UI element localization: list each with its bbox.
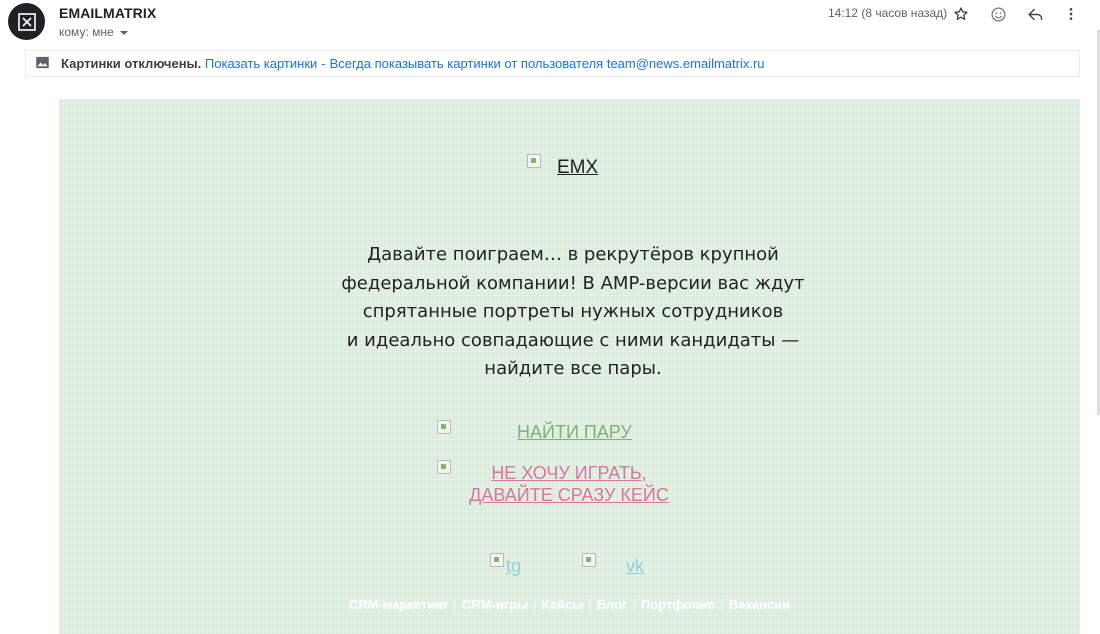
- sender-avatar[interactable]: [8, 3, 45, 40]
- broken-image-icon: [527, 154, 541, 168]
- caret-down-icon: [119, 31, 128, 35]
- emoji-reaction-icon[interactable]: [988, 4, 1008, 24]
- broken-image-icon: [582, 553, 596, 567]
- footer-link-vacancies[interactable]: Вакансии: [729, 597, 790, 612]
- broken-image-icon: [437, 420, 451, 434]
- show-images-link[interactable]: Показать картинки: [205, 56, 317, 71]
- footer-link-crm-marketing[interactable]: CRM-маркетинг: [349, 597, 449, 612]
- email-body: EMX Давайте поиграем… в рекрутёров крупн…: [59, 99, 1080, 634]
- intro-line: Давайте поиграем… в рекрутёров крупной: [367, 244, 779, 265]
- images-disabled-bar: Картинки отключены. Показать картинки - …: [25, 50, 1080, 77]
- recipient-dropdown[interactable]: кому: мне: [59, 25, 128, 39]
- skip-game-link[interactable]: НЕ ХОЧУ ИГРАТЬ, ДАВАЙТЕ СРАЗУ КЕЙС: [464, 462, 674, 506]
- telegram-link[interactable]: tg: [506, 556, 521, 577]
- footer-link-cases[interactable]: Кейсы: [542, 597, 584, 612]
- intro-line: спрятанные портреты нужных сотрудников: [362, 301, 784, 322]
- images-disabled-text: Картинки отключены.: [61, 56, 202, 71]
- footer-separator: |: [720, 597, 724, 612]
- broken-image-icon: [490, 553, 504, 567]
- emx-logo-icon: [17, 12, 36, 31]
- footer-link-crm-games[interactable]: CRM-игры: [462, 597, 528, 612]
- footer-separator: |: [533, 597, 537, 612]
- footer-links: CRM-маркетинг | CRM-игры | Кейсы | Блог | Портфо…: [59, 597, 1080, 612]
- recipient-label: кому: мне: [59, 25, 114, 39]
- find-pair-link[interactable]: НАЙТИ ПАРУ: [517, 422, 632, 443]
- timestamp: 14:12 (8 часов назад): [828, 6, 948, 20]
- image-icon: [35, 55, 50, 73]
- vk-link[interactable]: vk: [626, 556, 644, 577]
- social-tg[interactable]: tg: [490, 553, 521, 577]
- link-separator: -: [321, 56, 326, 71]
- intro-line: найдите все пары.: [484, 358, 662, 379]
- sender-name[interactable]: EMAILMATRIX: [59, 5, 156, 21]
- more-vert-icon[interactable]: [1061, 4, 1081, 24]
- reply-icon[interactable]: [1025, 4, 1045, 24]
- social-vk[interactable]: vk: [582, 553, 644, 577]
- skip-game-line: НЕ ХОЧУ ИГРАТЬ,: [491, 463, 647, 483]
- intro-text: Давайте поиграем… в рекрутёров крупной ф…: [259, 241, 887, 384]
- always-show-images-link[interactable]: Всегда показывать картинки от пользовате…: [330, 56, 765, 71]
- skip-game-line: ДАВАЙТЕ СРАЗУ КЕЙС: [469, 485, 669, 505]
- footer-separator: |: [632, 597, 636, 612]
- footer-link-portfolio[interactable]: Портфолио: [641, 597, 715, 612]
- intro-line: и идеально совпадающие с ними кандидаты …: [346, 329, 800, 351]
- emx-logo-link[interactable]: EMX: [557, 157, 598, 179]
- star-icon[interactable]: [951, 4, 971, 24]
- footer-separator: |: [453, 597, 458, 612]
- broken-image-icon: [437, 460, 451, 474]
- intro-line: федеральной компании! В AMP-версии вас ж…: [341, 272, 805, 294]
- footer-separator: |: [588, 597, 592, 612]
- footer-link-blog[interactable]: Блог: [597, 597, 628, 612]
- emx-logo[interactable]: EMX: [527, 154, 598, 179]
